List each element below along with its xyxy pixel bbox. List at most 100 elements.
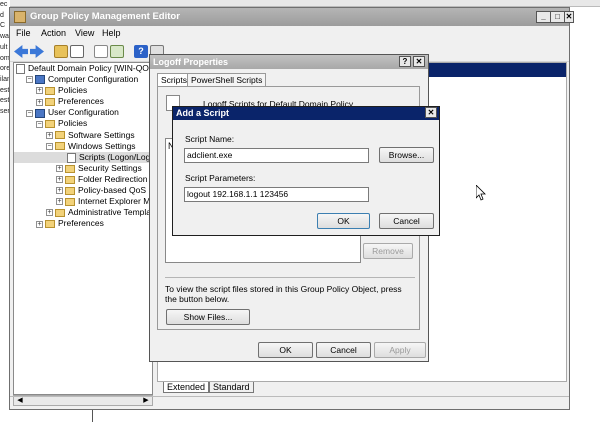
tree-node-label: Software Settings (68, 129, 135, 140)
tree-expander-icon[interactable]: + (46, 209, 53, 217)
policy-icon (16, 63, 25, 74)
tree-expander-icon[interactable]: − (46, 142, 53, 150)
tree-node[interactable]: − Windows Settings (14, 141, 152, 152)
minimize-button[interactable]: _ (536, 11, 551, 23)
tree-node[interactable]: + Policies (14, 85, 152, 96)
tree-node-label: Default Domain Policy [WIN-QOCBI (28, 63, 153, 73)
tree-expander-icon[interactable]: + (46, 131, 53, 139)
tree-expander-icon[interactable]: − (26, 109, 33, 117)
user-icon (35, 108, 45, 118)
tab-extended[interactable]: Extended (163, 382, 210, 393)
script-params-input[interactable]: logout 192.168.1.1 123456 (184, 187, 369, 202)
tree-node-label: Folder Redirection (78, 173, 148, 184)
tree-expander-icon[interactable]: + (56, 176, 63, 184)
tree-expander-icon[interactable]: + (56, 187, 63, 195)
tree-node[interactable]: + Internet Explorer M (14, 196, 152, 207)
add-script-cancel-button[interactable]: Cancel (379, 213, 434, 229)
script-name-input[interactable]: adclient.exe (184, 148, 369, 163)
show-files-button[interactable]: Show Files... (166, 309, 250, 325)
script-params-label: Script Parameters: (185, 173, 256, 183)
qos-icon (65, 186, 75, 195)
gpme-title: Group Policy Management Editor (30, 11, 180, 22)
tree-pane: Default Domain Policy [WIN-QOCBI − Compute… (13, 62, 153, 395)
tree-node-label: Preferences (58, 96, 104, 107)
logoff-ok-button[interactable]: OK (258, 342, 313, 358)
tree-node[interactable]: + Folder Redirection (14, 174, 152, 185)
tree-node-label: Computer Configuration (48, 74, 139, 85)
tree-node[interactable]: Default Domain Policy [WIN-QOCBI (14, 63, 152, 74)
tree-node-label: Policies (58, 118, 88, 129)
computer-icon (35, 75, 45, 85)
maximize-button[interactable]: □ (550, 11, 565, 23)
tree-node[interactable]: Scripts (Logon/Log (14, 151, 152, 163)
tree-node[interactable]: − User Configuration (14, 107, 152, 118)
tree-node-label: Windows Settings (68, 140, 136, 151)
tree-expander-icon[interactable]: + (56, 165, 63, 173)
forward-icon[interactable] (30, 45, 44, 58)
info-text: To view the script files stored in this … (165, 284, 402, 304)
folder-icon (55, 142, 65, 151)
tree-expander-icon[interactable]: − (36, 120, 43, 128)
tree-expander-icon[interactable]: − (26, 76, 33, 84)
gpme-titlebar[interactable]: Group Policy Management Editor _ □ ✕ (10, 8, 574, 26)
folder-icon (45, 86, 55, 95)
tree-node[interactable]: + Preferences (14, 218, 152, 229)
show-hide-tree-icon[interactable] (70, 45, 84, 58)
remove-button[interactable]: Remove (363, 243, 413, 259)
menu-help[interactable]: Help (102, 28, 121, 38)
tree-expander-icon[interactable]: + (36, 87, 43, 95)
script-name-label: Script Name: (185, 134, 235, 144)
tree-node-label: Internet Explorer M (78, 196, 151, 207)
tree-node-label: Preferences (58, 218, 104, 229)
add-script-dialog: Add a Script ✕ Script Name: adclient.exe… (172, 106, 440, 236)
tree-node[interactable]: + Administrative Templat (14, 207, 152, 218)
tree-node[interactable]: − Policies (14, 118, 152, 129)
security-icon (65, 164, 75, 173)
close-button[interactable]: ✕ (564, 11, 574, 23)
tree-expander-icon[interactable]: + (36, 98, 43, 106)
logoff-cancel-button[interactable]: Cancel (316, 342, 371, 358)
tab-scripts[interactable]: Scripts (157, 73, 191, 87)
logoff-close-button[interactable]: ✕ (413, 56, 425, 67)
folder-icon (55, 131, 65, 140)
menu-view[interactable]: View (75, 28, 94, 38)
back-icon[interactable] (14, 45, 28, 58)
tree-node-label: User Configuration (48, 107, 119, 118)
mouse-cursor-icon (476, 185, 486, 201)
add-script-ok-button[interactable]: OK (317, 213, 370, 229)
tree-node[interactable]: + Security Settings (14, 163, 152, 174)
tree-node[interactable]: + Software Settings (14, 130, 152, 141)
add-script-close-button[interactable]: ✕ (425, 107, 437, 118)
gpme-app-icon (14, 11, 26, 23)
logoff-help-button[interactable]: ? (399, 56, 411, 67)
ie-icon (65, 197, 75, 206)
tree-node[interactable]: + Preferences (14, 96, 152, 107)
tree-expander-icon[interactable]: + (56, 198, 63, 206)
tab-powershell-scripts[interactable]: PowerShell Scripts (187, 73, 267, 87)
menu-bar: File Action View Help (10, 26, 569, 42)
logoff-apply-button[interactable]: Apply (374, 342, 426, 358)
tree-node[interactable]: − Computer Configuration (14, 74, 152, 85)
up-folder-icon[interactable] (54, 45, 68, 58)
browse-button[interactable]: Browse... (379, 147, 434, 163)
menu-action[interactable]: Action (41, 28, 66, 38)
script-icon (67, 152, 76, 163)
tree-node-label: Scripts (Logon/Log (79, 151, 151, 162)
logoff-dialog-titlebar[interactable]: Logoff Properties ? ✕ (150, 55, 428, 69)
tree-node-label: Policies (58, 85, 88, 96)
help-icon[interactable]: ? (134, 45, 148, 58)
export-icon[interactable] (110, 45, 124, 58)
tree-node-label: Policy-based QoS (78, 185, 147, 196)
tab-standard[interactable]: Standard (209, 382, 254, 393)
folder-icon (65, 175, 75, 184)
add-script-title: Add a Script (176, 108, 230, 118)
tree-expander-icon[interactable]: + (36, 220, 43, 228)
folder-icon (55, 208, 65, 217)
add-script-titlebar[interactable]: Add a Script ✕ (173, 107, 439, 120)
folder-icon (45, 98, 55, 107)
menu-file[interactable]: File (16, 28, 31, 38)
view-tabs: Extended Standard (157, 382, 569, 394)
tree-node-label: Administrative Templat (68, 207, 153, 218)
properties-icon[interactable] (94, 45, 108, 58)
tree-node[interactable]: + Policy-based QoS (14, 185, 152, 196)
